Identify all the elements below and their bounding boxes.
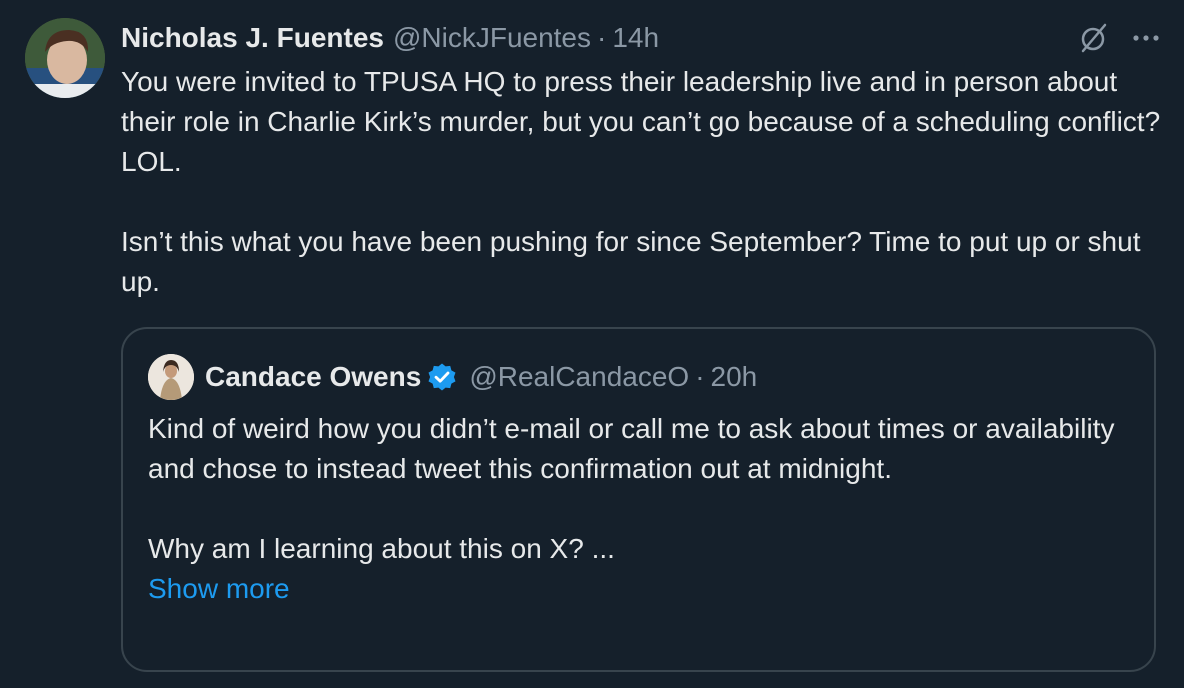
author-handle[interactable]: @NickJFuentes <box>393 20 591 56</box>
quoted-author-display-name[interactable]: Candace Owens <box>205 359 421 395</box>
tweet[interactable]: Nicholas J. Fuentes @NickJFuentes · 14h … <box>0 0 1184 688</box>
quoted-tweet[interactable]: Candace Owens @RealCandaceO · 20h Kind o… <box>121 327 1156 672</box>
show-more-link[interactable]: Show more <box>148 569 1133 609</box>
quoted-author-avatar[interactable] <box>148 354 194 400</box>
grok-icon[interactable] <box>1078 22 1110 54</box>
quoted-tweet-header: Candace Owens @RealCandaceO · 20h <box>205 359 757 395</box>
quoted-tweet-paragraph: Why am I learning about this on X? ... <box>148 533 615 564</box>
tweet-paragraph: Isn’t this what you have been pushing fo… <box>121 226 1141 297</box>
tweet-header: Nicholas J. Fuentes @NickJFuentes · 14h <box>121 20 659 56</box>
header-separator: · <box>597 22 607 53</box>
quoted-author-handle[interactable]: @RealCandaceO <box>469 359 689 395</box>
quoted-tweet-text: Kind of weird how you didn’t e-mail or c… <box>148 409 1133 609</box>
author-display-name[interactable]: Nicholas J. Fuentes <box>121 20 384 56</box>
quoted-tweet-paragraph: Kind of weird how you didn’t e-mail or c… <box>148 413 1115 484</box>
tweet-text: You were invited to TPUSA HQ to press th… <box>121 62 1161 302</box>
tweet-actions <box>1078 22 1160 54</box>
tweet-paragraph: You were invited to TPUSA HQ to press th… <box>121 66 1161 177</box>
tweet-timestamp[interactable]: 14h <box>612 20 659 56</box>
quoted-tweet-timestamp[interactable]: 20h <box>711 359 758 395</box>
author-avatar[interactable] <box>25 18 105 98</box>
verified-badge-icon <box>427 362 457 392</box>
quoted-header-separator: · <box>695 361 705 392</box>
more-options-icon[interactable] <box>1132 33 1160 43</box>
